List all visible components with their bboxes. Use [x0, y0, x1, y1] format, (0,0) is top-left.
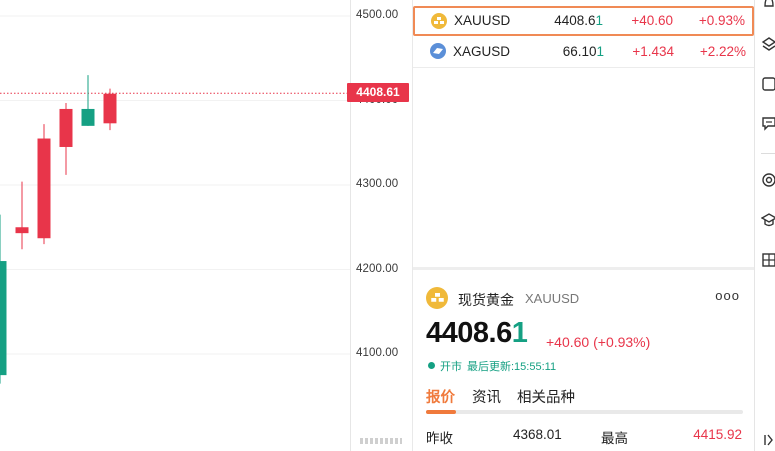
- target-icon[interactable]: [761, 172, 775, 188]
- candlestick-chart[interactable]: [0, 0, 350, 451]
- candle-body: [0, 261, 7, 376]
- instrument-detail-panel: 现货黄金 XAUUSD ooo 4408.61 +40.60 (+0.93%) …: [413, 270, 754, 451]
- layers-icon[interactable]: [761, 36, 775, 52]
- price-tick-label: 4300.00: [356, 178, 399, 190]
- gold-coin-icon: [426, 287, 448, 309]
- prev-close-label: 昨收: [426, 431, 453, 446]
- current-price: 4408.61: [426, 317, 528, 349]
- gold-coin-icon: [431, 13, 447, 29]
- watchlist-symbol: XAGUSD: [453, 44, 511, 59]
- candle-body: [81, 108, 95, 126]
- market-status: 开市: [440, 361, 462, 373]
- tab-news[interactable]: 资讯: [472, 386, 501, 407]
- price-axis: 4500.00 4400.00 4300.00 4200.00 4100.00: [350, 0, 413, 451]
- education-icon[interactable]: [761, 212, 775, 228]
- candle-body: [15, 227, 29, 234]
- price-tick-label: 4500.00: [356, 9, 399, 21]
- watchlist-symbol: XAUUSD: [454, 13, 511, 28]
- instrument-name: 现货黄金: [458, 292, 514, 308]
- high-label: 最高: [601, 431, 628, 446]
- collapse-panel-icon[interactable]: [761, 432, 775, 448]
- market-open-dot-icon: [428, 362, 435, 369]
- window-icon[interactable]: [761, 76, 775, 92]
- tab-related[interactable]: 相关品种: [517, 386, 575, 407]
- axis-scroll-handle[interactable]: [360, 438, 402, 444]
- tab-active-indicator: [426, 410, 456, 414]
- more-options-button[interactable]: ooo: [715, 288, 740, 303]
- last-update-time: 最后更新:15:55:11: [467, 361, 557, 373]
- watchlist-price: 4408.61: [554, 13, 603, 28]
- price-change: +40.60 (+0.93%): [546, 334, 651, 350]
- price-tick-label: 4100.00: [356, 347, 399, 359]
- watchlist-percent: +2.22%: [699, 44, 746, 59]
- prev-close-value: 4368.01: [513, 427, 562, 442]
- watchlist-price: 66.101: [562, 44, 604, 59]
- grid-icon[interactable]: [761, 252, 775, 268]
- watchlist: XAUUSD 4408.61 +40.60 +0.93% XAGUSD 66.1…: [413, 0, 754, 268]
- candle-body: [103, 93, 117, 124]
- candle-body: [59, 108, 73, 147]
- drawing-toolbar: [754, 0, 775, 451]
- comment-icon[interactable]: [761, 115, 775, 131]
- watchlist-change: +40.60: [631, 13, 673, 28]
- instrument-symbol: XAUUSD: [525, 291, 580, 306]
- high-value: 4415.92: [693, 427, 742, 442]
- price-tick-label: 4200.00: [356, 262, 399, 275]
- bell-icon[interactable]: [761, 0, 775, 10]
- tab-track: [426, 410, 743, 414]
- watchlist-change: +1.434: [632, 44, 674, 59]
- watchlist-row-xagusd[interactable]: XAGUSD 66.101 +1.434 +2.22%: [413, 37, 754, 68]
- candle-body: [37, 138, 51, 239]
- chart-canvas[interactable]: [0, 0, 350, 451]
- silver-coin-icon: [430, 43, 446, 59]
- current-price-tag: 4408.61: [347, 83, 409, 103]
- toolbar-separator: [761, 153, 775, 154]
- watchlist-row-xauusd[interactable]: XAUUSD 4408.61 +40.60 +0.93%: [413, 6, 754, 36]
- watchlist-percent: +0.93%: [698, 13, 745, 28]
- tab-quote[interactable]: 报价: [426, 386, 455, 407]
